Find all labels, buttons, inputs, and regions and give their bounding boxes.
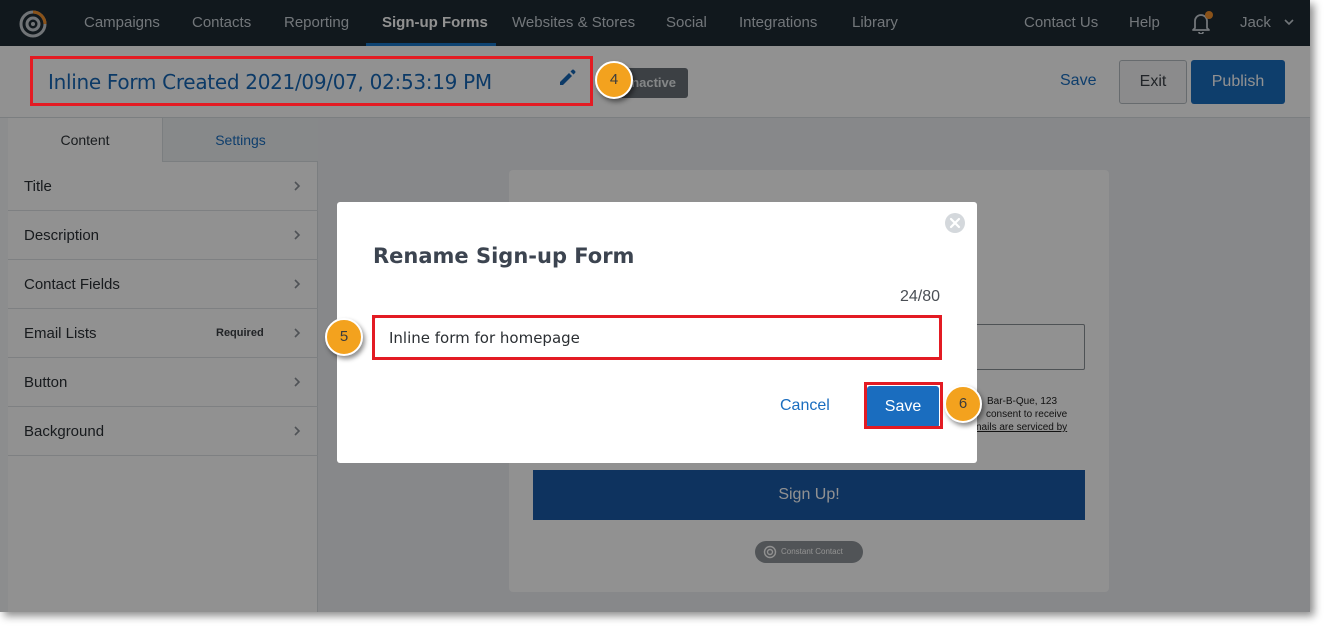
cancel-button[interactable]: Cancel: [780, 397, 830, 415]
rename-modal: Rename Sign-up Form 24/80 Cancel Save: [337, 202, 977, 463]
step-marker-5: 5: [325, 318, 363, 356]
close-icon[interactable]: [944, 212, 966, 234]
step-marker-4: 4: [595, 61, 633, 99]
app-window: Campaigns Contacts Reporting Sign-up For…: [0, 0, 1310, 612]
character-counter: 24/80: [899, 288, 940, 305]
step-marker-6: 6: [944, 385, 982, 423]
modal-save-button[interactable]: Save: [867, 386, 939, 428]
form-name-input[interactable]: [374, 317, 940, 359]
modal-title: Rename Sign-up Form: [373, 244, 635, 268]
